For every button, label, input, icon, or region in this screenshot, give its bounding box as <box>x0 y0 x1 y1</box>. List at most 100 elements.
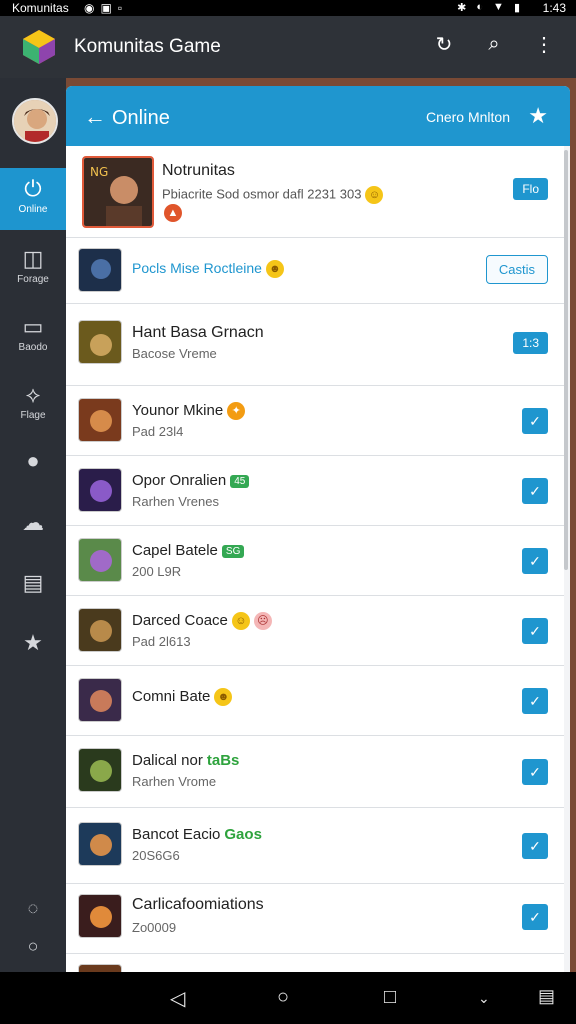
rail-item-favorites[interactable]: ★ <box>0 622 66 684</box>
list-item[interactable]: Pocls Mise Roctleine ☻ Castis <box>66 238 564 304</box>
game-meta: Pad 2l613 <box>132 634 191 649</box>
back-arrow-icon[interactable]: ← <box>84 104 106 130</box>
recents-icon[interactable]: □ <box>384 986 396 1009</box>
list-item[interactable]: Carlicafoomiations Zo0009 ✓ <box>66 884 564 954</box>
game-thumbnail <box>78 248 122 292</box>
list-item[interactable]: NG Notrunitas Pbiacrite Sod osmor dafl 2… <box>66 146 564 238</box>
battery-icon: ▮ <box>513 2 520 14</box>
emoji-icon: ☻ <box>265 260 284 279</box>
online-badge: SG <box>221 544 245 558</box>
app-notification-icon: ▣ <box>100 1 112 15</box>
emoji-icon: ☺ <box>365 186 384 204</box>
wifi-icon: ▼ <box>493 1 504 13</box>
rail-item-cloud[interactable]: ☁ <box>0 502 66 564</box>
fire-icon: ▲ <box>164 204 182 222</box>
rail-item-documents[interactable]: ▤ <box>0 562 66 624</box>
panel-header: ← Online Cnero Mnlton ★ <box>66 86 570 146</box>
game-name: Opor Onralien 45 <box>132 472 250 489</box>
game-thumbnail <box>78 748 122 792</box>
game-meta: Pbiacrite Sod osmor dafl 2231 303 ☺ <box>162 186 384 204</box>
avatar[interactable] <box>12 98 58 144</box>
game-meta: 20S6G6 <box>132 848 180 863</box>
game-name: Bancot Eacio Gaos <box>132 826 262 843</box>
list-item[interactable]: Younor Mkine ✦ Pad 23l4 ✓ <box>66 386 564 456</box>
panel-title: Online <box>112 107 170 129</box>
keyboard-icon[interactable]: ▤ <box>538 986 555 1007</box>
rail-item-chat[interactable]: ● <box>0 440 66 502</box>
star-icon[interactable]: ★ <box>528 103 548 129</box>
check-button[interactable]: ✓ <box>522 833 548 859</box>
game-thumbnail <box>78 608 122 652</box>
chevron-down-icon[interactable]: ⌄ <box>478 990 490 1007</box>
list-item[interactable]: Bancot Eacio Gaos 20S6G6 ✓ <box>66 808 564 884</box>
controller-icon: ◫ <box>22 246 44 271</box>
share-icon: ⟡ <box>25 382 41 407</box>
list-item[interactable]: Comni Bate ☻ ✓ <box>66 666 564 736</box>
check-button[interactable]: ✓ <box>522 618 548 644</box>
emoji-icon: ☺ <box>231 612 250 631</box>
notification-icon: ◉ <box>84 1 95 15</box>
game-name: Capel Batele SG <box>132 542 245 559</box>
refresh-icon[interactable]: ↻ <box>430 32 458 57</box>
document-icon: ▤ <box>22 570 44 595</box>
game-thumbnail <box>78 538 122 582</box>
check-button[interactable]: ✓ <box>522 759 548 785</box>
list-item[interactable]: Capel Batele SG 200 L9R ✓ <box>66 526 564 596</box>
check-button[interactable]: ✓ <box>522 478 548 504</box>
status-app-name: Komunitas <box>12 1 69 15</box>
star-icon: ★ <box>23 630 43 655</box>
rail-item-online[interactable]: ⏻ Online <box>0 168 66 230</box>
game-meta: 200 L9R <box>132 564 182 579</box>
check-button[interactable]: ✓ <box>522 548 548 574</box>
system-nav-bar: ◁ ○ □ ⌄ ▤ <box>0 972 576 1024</box>
emoji-icon: ☻ <box>214 688 233 707</box>
list-item[interactable]: Hant Basa Grnacn Bacose Vreme 1:3 <box>66 304 564 386</box>
game-thumbnail <box>78 320 122 364</box>
app-bar: Komunitas Game ↻ ⌕ ⋮ <box>0 16 576 78</box>
list-item[interactable]: Dalical nor taBs Rarhen Vrome ✓ <box>66 736 564 808</box>
avatar-image <box>14 100 56 142</box>
app-logo-icon <box>23 30 55 64</box>
game-thumbnail <box>78 468 122 512</box>
rail-item-forage[interactable]: ◫ Forage <box>0 238 66 300</box>
app-title: Komunitas Game <box>74 36 221 57</box>
rail-item-flage[interactable]: ⟡ Flage <box>0 374 66 436</box>
game-name: Carlicafoomiations <box>132 896 264 913</box>
more-menu-icon[interactable]: ⋮ <box>530 32 558 57</box>
search-icon[interactable]: ⌕ <box>480 33 508 56</box>
chat-icon: ● <box>26 448 40 473</box>
check-button[interactable]: ✓ <box>522 688 548 714</box>
status-button[interactable]: 1:3 <box>513 332 548 354</box>
status-button[interactable]: Flo <box>513 178 548 200</box>
cloud-icon: ☁ <box>22 510 44 535</box>
profile-icon[interactable]: ○ <box>0 936 66 957</box>
check-button[interactable]: ✓ <box>522 904 548 930</box>
game-name: Younor Mkine ✦ <box>132 402 246 421</box>
list-item[interactable] <box>66 954 564 972</box>
screen-icon: ▭ <box>22 314 44 339</box>
notification-icon-2: ▫ <box>117 1 123 15</box>
home-icon[interactable]: ○ <box>277 986 289 1009</box>
check-button[interactable]: ✓ <box>522 408 548 434</box>
game-thumbnail: NG <box>82 156 154 228</box>
game-name: Darced Coace ☺ ☹ <box>132 612 272 631</box>
star-badge-icon: ✦ <box>227 402 246 421</box>
game-meta: Bacose Vreme <box>132 346 217 361</box>
emoji-icon: ☹ <box>253 612 272 631</box>
list-item[interactable]: Darced Coace ☺ ☹ Pad 2l613 ✓ <box>66 596 564 666</box>
game-thumbnail <box>78 894 122 938</box>
game-tag: taBs <box>206 752 240 769</box>
game-meta: Zo0009 <box>132 920 177 935</box>
list-item[interactable]: Opor Onralien 45 Rarhen Vrenes ✓ <box>66 456 564 526</box>
rail-item-baodo[interactable]: ▭ Baodo <box>0 306 66 368</box>
scrollbar[interactable] <box>564 150 568 570</box>
game-name: Notrunitas <box>162 162 235 179</box>
game-tag: Gaos <box>224 826 262 843</box>
back-icon[interactable]: ◁ <box>170 986 185 1011</box>
game-meta: Rarhen Vrenes <box>132 494 219 509</box>
panel-subtitle[interactable]: Cnero Mnlton <box>426 109 510 125</box>
castis-button[interactable]: Castis <box>485 255 548 284</box>
alarm-icon: ◐ <box>476 1 484 13</box>
status-time: 1:43 <box>542 1 566 15</box>
settings-icon[interactable]: ◌ <box>0 898 66 919</box>
